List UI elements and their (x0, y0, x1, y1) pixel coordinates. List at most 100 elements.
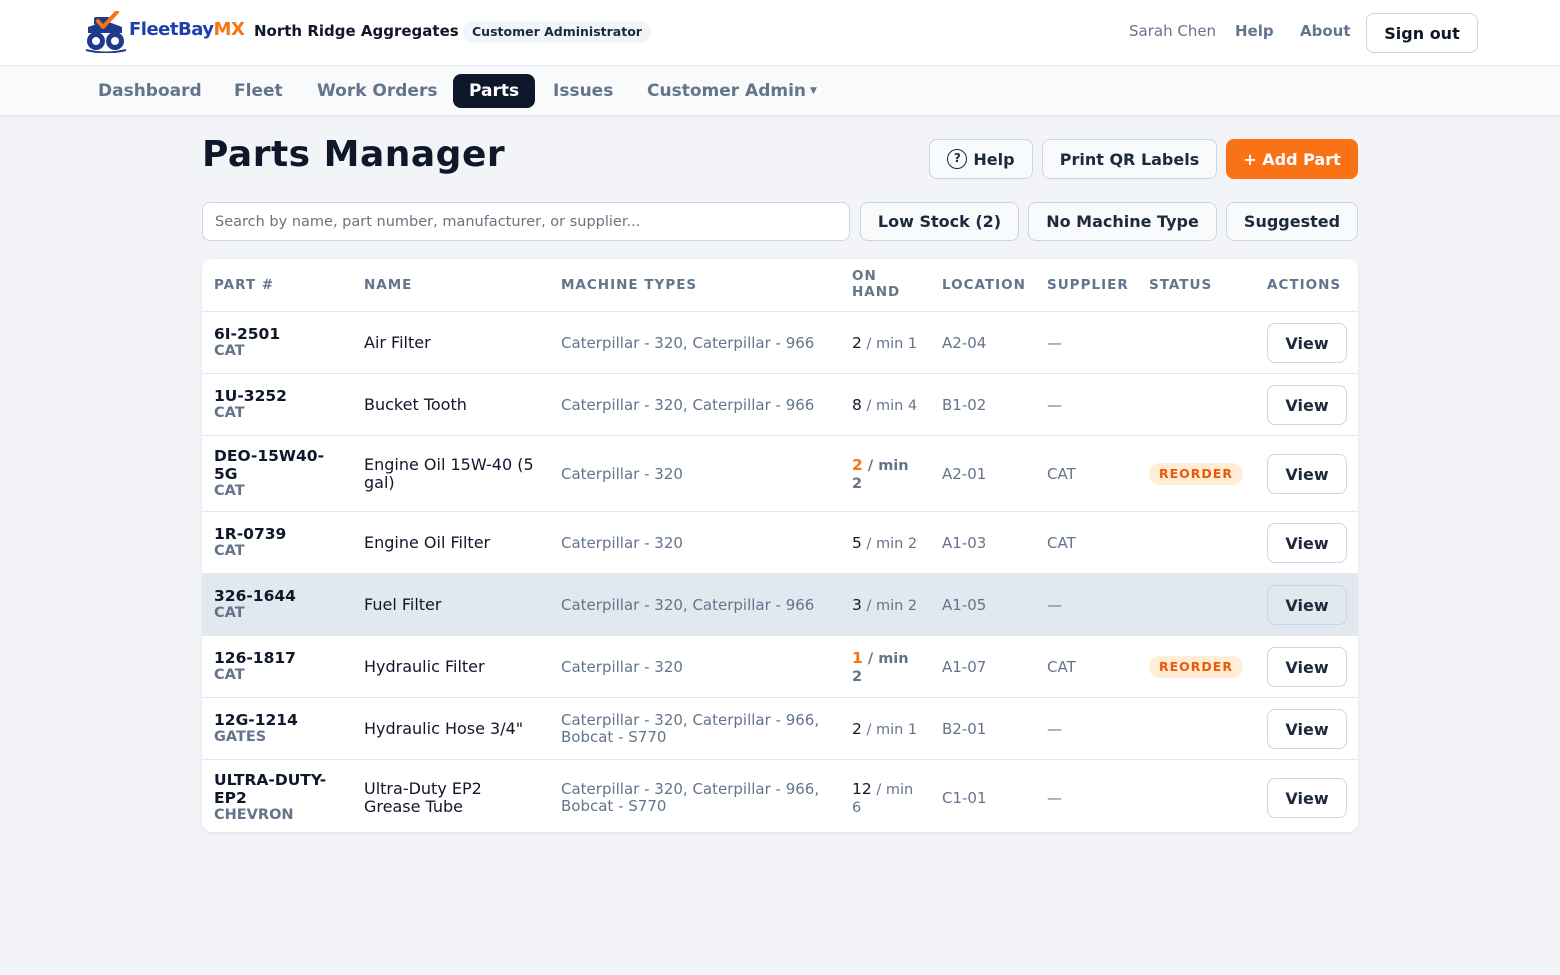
minimum-value-line: 2 (852, 669, 863, 685)
role-badge: Customer Administrator (463, 21, 651, 43)
view-part-button[interactable]: View (1267, 778, 1347, 818)
sign-out-button[interactable]: Sign out (1366, 13, 1478, 53)
on-hand-quantity: 3 / min 2 (852, 596, 917, 615)
part-name-line: Ultra-Duty EP2 (364, 779, 482, 798)
supplier: — (1047, 596, 1062, 614)
machine-types: Caterpillar - 320, Caterpillar - 966 (561, 597, 814, 614)
quantity-value: 2 (852, 456, 863, 474)
filter-no-machine-type-button[interactable]: No Machine Type (1028, 202, 1217, 241)
print-qr-labels-button[interactable]: Print QR Labels (1042, 139, 1217, 179)
header-help-link[interactable]: Help (1235, 22, 1274, 40)
column-header-status: STATUS (1149, 277, 1213, 293)
view-part-button[interactable]: View (1267, 647, 1347, 687)
nav-customer-admin[interactable]: Customer Admin ▼ (631, 74, 833, 108)
nav-dashboard[interactable]: Dashboard (82, 74, 218, 108)
quantity-value: 1 (852, 649, 863, 667)
on-hand-line: 2 / min (852, 456, 909, 475)
machine-types: Caterpillar - 320, Caterpillar - 966 (561, 397, 814, 414)
part-name-line: Engine Oil 15W-40 (5 (364, 455, 534, 474)
location: A2-04 (942, 334, 987, 352)
help-button-label: Help (973, 149, 1015, 169)
minimum-value: / min (862, 651, 909, 667)
machine-types: Caterpillar - 320, Caterpillar - 966, Bob… (561, 781, 819, 815)
minimum-value: / min 2 (861, 536, 918, 552)
brand-name[interactable]: FleetBayMX (129, 19, 245, 40)
minimum-value-line: 6 (852, 800, 862, 816)
parts-search-input[interactable] (202, 202, 850, 241)
quantity-value: 12 (852, 780, 872, 798)
table-row: DEO-15W40- 5G CAT Engine Oil 15W-40 (5 gal) C… (202, 435, 1358, 511)
part-number: EP2 (214, 789, 247, 807)
on-hand-quantity: 12 / min 6 (852, 780, 913, 817)
machine-types-line: Caterpillar - 320 (561, 534, 683, 552)
add-part-button[interactable]: + Add Part (1226, 139, 1358, 179)
view-part-button[interactable]: View (1267, 454, 1347, 494)
part-name-line: Air Filter (364, 333, 431, 352)
manufacturer: CAT (214, 605, 245, 621)
table-row: 126-1817 CAT Hydraulic Filter Caterpillar -… (202, 635, 1358, 697)
quantity-value: 2 (852, 720, 862, 738)
question-circle-icon: ? (947, 149, 968, 169)
manufacturer: CAT (214, 405, 245, 421)
part-number: 1U-3252 (214, 387, 287, 405)
manufacturer: GATES (214, 729, 267, 745)
part-name-line: Hydraulic Hose 3/4" (364, 719, 524, 738)
on-hand-quantity: 2 / min 2 (852, 456, 909, 493)
part-name: Fuel Filter (364, 596, 549, 614)
part-number-cell: 6I-2501 CAT (214, 325, 280, 360)
supplier: — (1047, 396, 1062, 414)
part-number-cell: DEO-15W40- 5G CAT (214, 447, 324, 500)
column-header-supplier: SUPPLIER (1047, 277, 1129, 293)
nav-issues[interactable]: Issues (537, 74, 629, 108)
machine-types-line: Caterpillar - 320, Caterpillar - 966, (561, 711, 820, 729)
on-hand-line: 2 / min 1 (852, 334, 917, 353)
column-header-location: LOCATION (942, 277, 1026, 293)
manufacturer: CAT (214, 343, 245, 359)
header-about-link[interactable]: About (1300, 22, 1351, 40)
column-header-machine-types: MACHINE TYPES (561, 277, 698, 293)
part-name: Bucket Tooth (364, 396, 549, 414)
fleetbay-logo-icon[interactable] (84, 11, 128, 53)
on-hand-line: 12 / min (852, 780, 913, 799)
minimum-value: / min 2 (861, 598, 918, 614)
view-part-button[interactable]: View (1267, 523, 1347, 563)
on-hand-line: 1 / min (852, 649, 909, 668)
location: B2-01 (942, 720, 987, 738)
view-part-button[interactable]: View (1267, 585, 1347, 625)
minimum-value: / min 1 (861, 336, 918, 352)
view-part-button[interactable]: View (1267, 709, 1347, 749)
table-row: 326-1644 CAT Fuel Filter Caterpillar - 320,… (202, 573, 1358, 635)
column-header-actions: ACTIONS (1267, 277, 1342, 293)
filter-low-stock-button[interactable]: Low Stock (2) (860, 202, 1019, 241)
part-name-line: Hydraulic Filter (364, 657, 485, 676)
minimum-value: / min (862, 458, 909, 474)
main-nav: Dashboard Fleet Work Orders Parts Issues… (0, 66, 1560, 116)
machine-types-line: Caterpillar - 320 (561, 658, 683, 676)
machine-types-line: Caterpillar - 320, Caterpillar - 966 (561, 396, 815, 414)
part-number: 5G (214, 465, 238, 483)
on-hand-quantity: 8 / min 4 (852, 396, 917, 415)
caret-down-icon: ▼ (810, 86, 817, 96)
nav-customer-admin-label: Customer Admin (647, 81, 807, 101)
location: A2-01 (942, 465, 987, 483)
part-number-cell: 12G-1214 GATES (214, 711, 298, 746)
help-button[interactable]: ? Help (929, 139, 1033, 179)
table-row: 12G-1214 GATES Hydraulic Hose 3/4" Caterpil… (202, 697, 1358, 759)
machine-types-line: Caterpillar - 320, Caterpillar - 966 (561, 596, 815, 614)
nav-fleet[interactable]: Fleet (218, 74, 299, 108)
view-part-button[interactable]: View (1267, 323, 1347, 363)
view-part-button[interactable]: View (1267, 385, 1347, 425)
top-header: FleetBayMX North Ridge Aggregates Custom… (0, 0, 1560, 66)
nav-work-orders[interactable]: Work Orders (301, 74, 453, 108)
part-number-cell: ULTRA-DUTY- EP2 CHEVRON (214, 771, 326, 824)
part-name: Ultra-Duty EP2 Grease Tube (364, 780, 549, 816)
part-name: Engine Oil 15W-40 (5 gal) (364, 456, 549, 492)
table-row: 1R-0739 CAT Engine Oil Filter Caterpillar -… (202, 511, 1358, 573)
on-hand-line: 2 / min 1 (852, 720, 917, 739)
nav-parts[interactable]: Parts (453, 74, 536, 108)
part-number: ULTRA-DUTY- (214, 771, 327, 789)
on-hand-line: 3 / min 2 (852, 596, 917, 615)
filter-suggested-button[interactable]: Suggested (1226, 202, 1358, 241)
on-hand-quantity: 5 / min 2 (852, 534, 917, 553)
table-row: ULTRA-DUTY- EP2 CHEVRON Ultra-Duty EP2 Greas… (202, 759, 1358, 832)
